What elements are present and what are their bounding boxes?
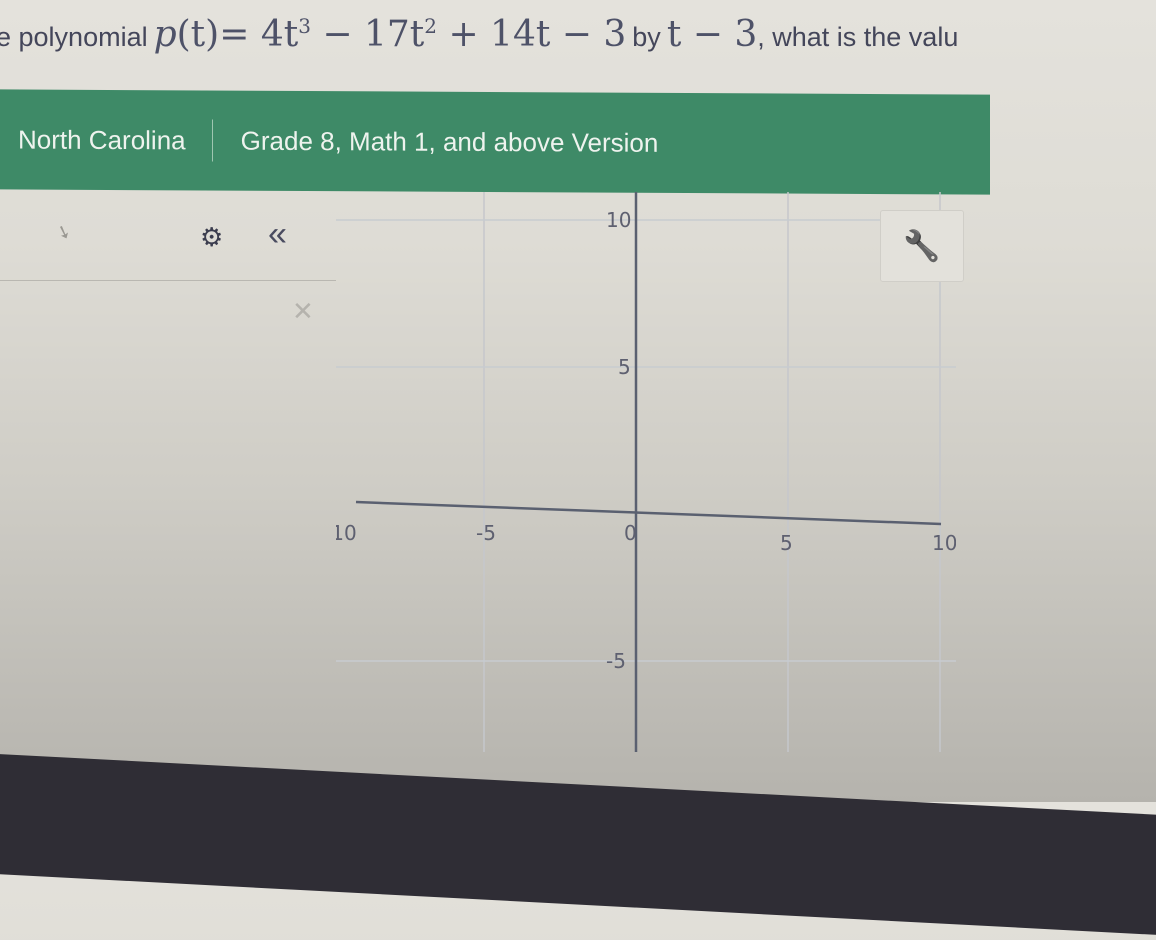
graph-area[interactable]: -10-50510105-5-10 (336, 192, 956, 752)
graph-settings-button[interactable]: 🔧 (880, 210, 964, 282)
equals-sign: = (219, 14, 250, 55)
x-tick-label: 5 (780, 531, 793, 555)
gear-icon[interactable]: ⚙ (200, 224, 224, 250)
x-axis (355, 500, 942, 526)
function-name: p (153, 14, 177, 55)
x-tick-label: -10 (336, 521, 357, 545)
wrench-icon: 🔧 (903, 229, 941, 263)
y-tick-label: -5 (606, 649, 626, 673)
term-quadratic: − 17t (310, 14, 425, 55)
x-tick-label: 10 (932, 531, 956, 555)
y-tick-label: 10 (606, 208, 631, 232)
by-word: by (632, 22, 661, 52)
divisor-expression: t − 3 (666, 14, 758, 55)
polynomial-expression: p(t)= 4t3 − 17t2 + 14t − 3 (154, 14, 627, 55)
version-label: Grade 8, Math 1, and above Version (240, 125, 659, 158)
graph-canvas[interactable]: -10-50510105-5-10 (336, 192, 956, 752)
question-prefix: e polynomial (0, 22, 148, 52)
state-label: North Carolina (18, 118, 213, 162)
term-linear-constant: + 14t − 3 (437, 14, 627, 55)
exponent-3: 3 (298, 14, 311, 38)
term-cubic: 4t (260, 14, 299, 55)
calculator-banner: North Carolina Grade 8, Math 1, and abov… (0, 89, 990, 195)
x-tick-label: -5 (476, 521, 496, 545)
function-variable: (t) (176, 14, 220, 55)
screen-bezel (0, 752, 1156, 940)
x-tick-label: 0 (624, 521, 637, 545)
question-suffix: , what is the valu (757, 22, 959, 52)
question-text: e polynomial p(t)= 4t3 − 17t2 + 14t − 3 … (0, 14, 958, 74)
double-chevron-left-icon[interactable]: « (268, 217, 287, 251)
clear-icon[interactable]: ✕ (292, 296, 314, 327)
y-tick-label: 5 (618, 355, 631, 379)
exponent-2: 2 (424, 14, 437, 38)
